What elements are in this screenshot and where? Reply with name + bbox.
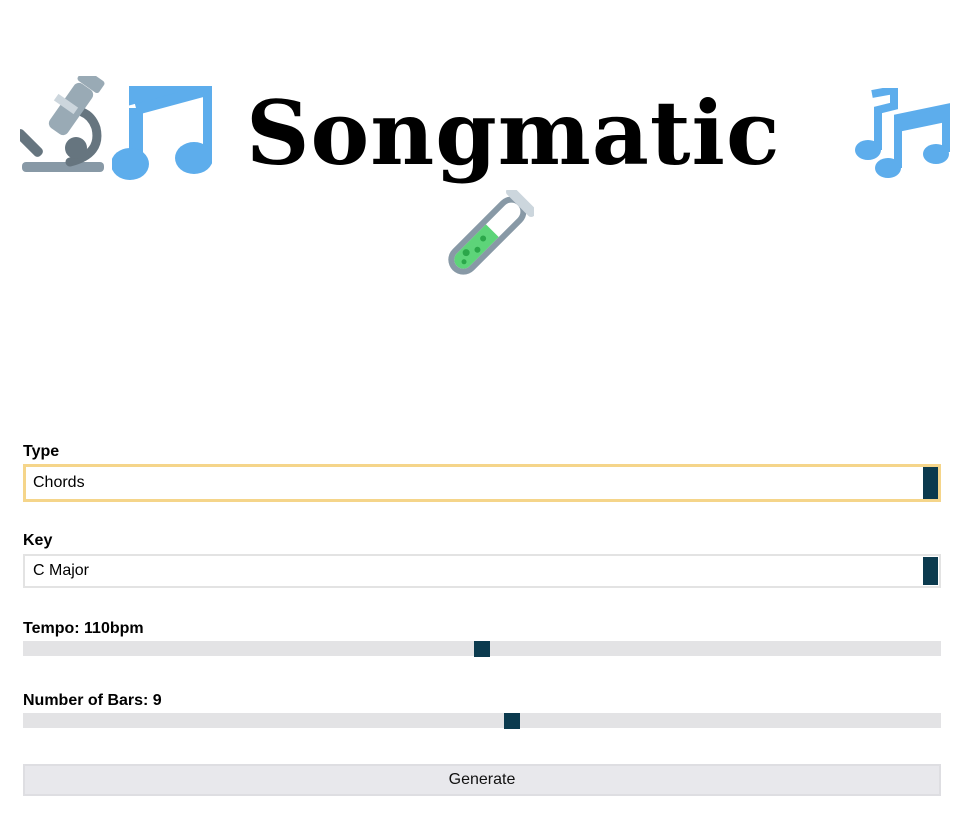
tempo-slider-thumb[interactable] [474,641,490,657]
type-select-handle[interactable] [923,467,938,499]
microscope-icon [20,76,105,172]
type-select-value: Chords [33,474,85,491]
bars-slider[interactable] [23,713,941,729]
page-title: Songmatic [246,81,781,185]
key-select-value: C Major [33,562,90,579]
key-label: Key [23,532,53,549]
generator-form: Type Chords Key C Major Tempo: 110bpm Nu… [23,443,941,796]
key-select[interactable]: C Major [23,554,941,588]
page-header: Songmatic [0,60,957,310]
musical-notes-icon [855,88,950,178]
generate-button[interactable]: Generate [23,764,941,796]
test-tube-icon [448,190,534,275]
type-label: Type [23,443,60,460]
bars-slider-thumb[interactable] [504,713,521,729]
musical-note-icon [112,86,212,180]
title-line: Songmatic [0,70,957,190]
key-select-handle[interactable] [923,557,938,585]
tempo-label: Tempo: 110bpm [23,620,144,637]
bars-label: Number of Bars: 9 [23,692,162,709]
type-select[interactable]: Chords [23,464,941,502]
tempo-slider[interactable] [23,641,941,657]
